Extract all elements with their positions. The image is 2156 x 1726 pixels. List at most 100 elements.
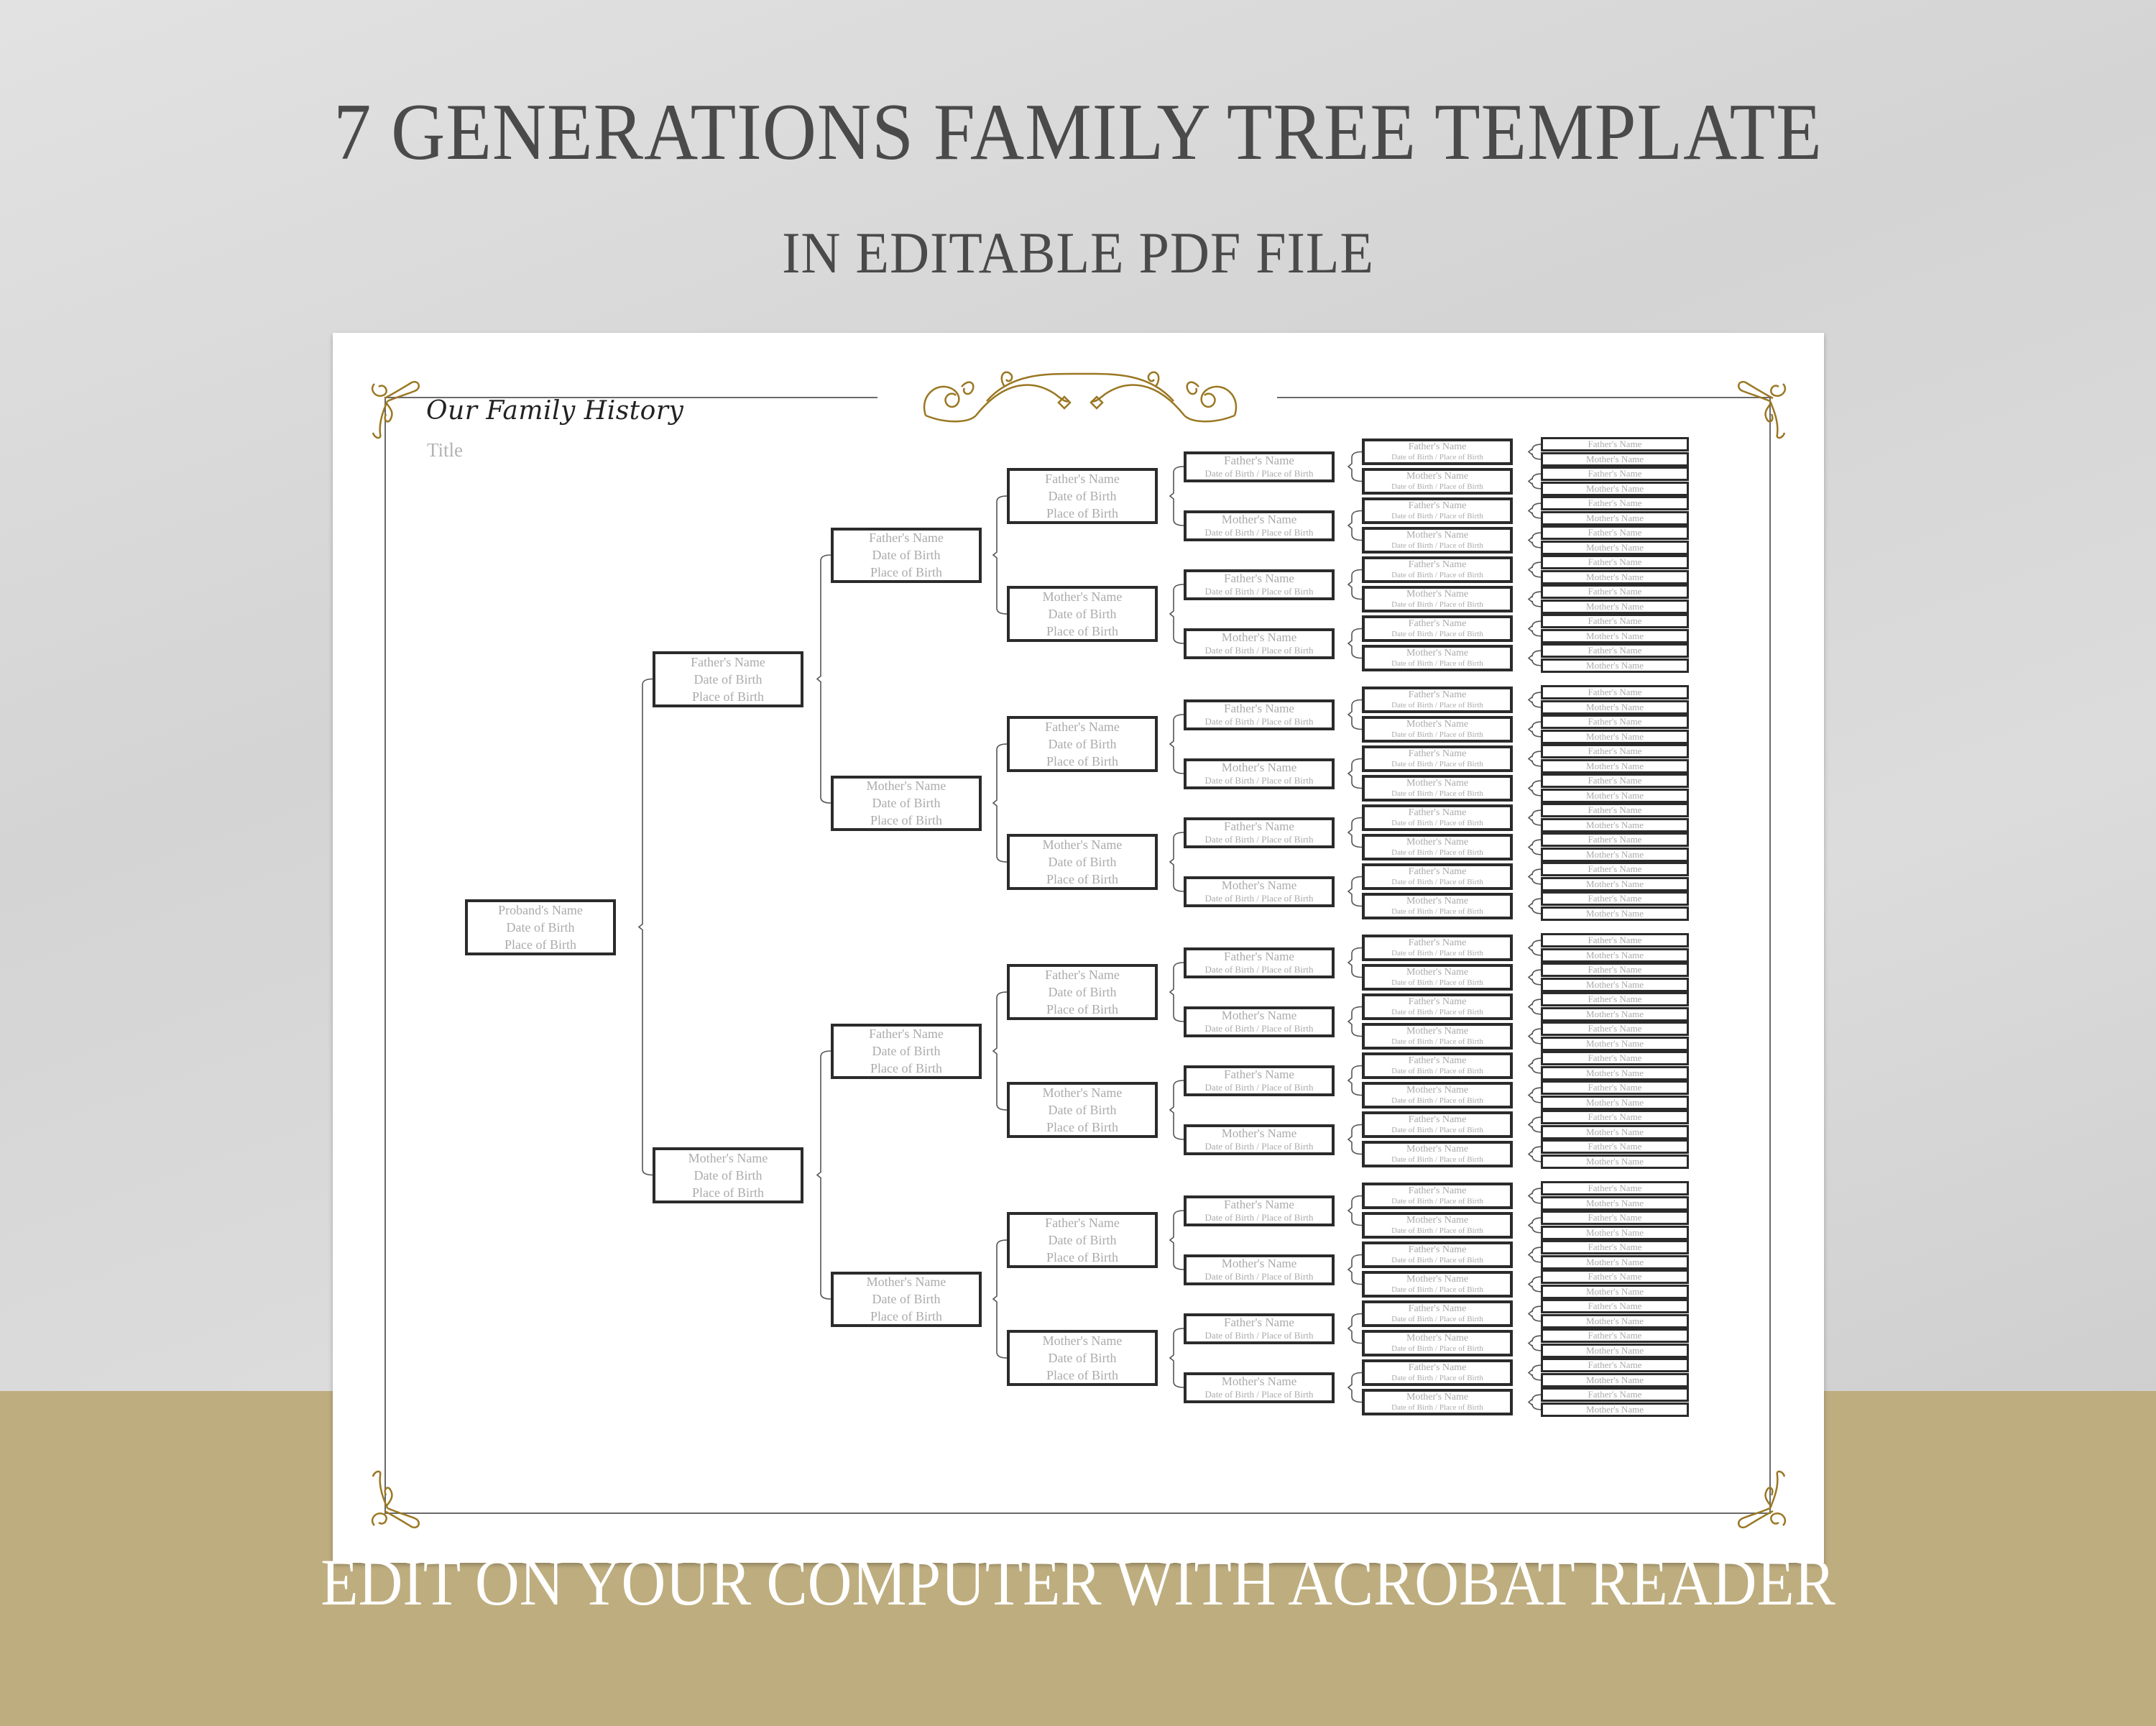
tree-box-gen5-father[interactable]: Father's Name Date of Birth / Place of Bi…	[1184, 569, 1335, 600]
tree-box-gen4-mother[interactable]: Mother's Name Date of Birth Place of Birth	[1007, 586, 1158, 642]
name-field[interactable]: Mother's Name	[1187, 631, 1332, 646]
date-place-of-birth-field[interactable]: Date of Birth / Place of Birth	[1365, 659, 1510, 669]
tree-box-gen7-father[interactable]: Father's Name	[1541, 963, 1689, 978]
date-place-of-birth-field[interactable]: Date of Birth / Place of Birth	[1187, 893, 1332, 904]
date-of-birth-field[interactable]: Date of Birth	[1010, 487, 1155, 505]
name-field[interactable]: Father's Name	[1543, 1024, 1687, 1034]
name-field[interactable]: Father's Name	[1365, 1303, 1510, 1315]
date-place-of-birth-field[interactable]: Date of Birth / Place of Birth	[1365, 789, 1510, 799]
tree-box-gen7-father[interactable]: Father's Name	[1541, 1022, 1689, 1037]
tree-box-gen4-mother[interactable]: Mother's Name Date of Birth Place of Birth	[1007, 834, 1158, 890]
tree-box-gen4-father[interactable]: Father's Name Date of Birth Place of Birth	[1007, 1212, 1158, 1268]
tree-box-gen7-father[interactable]: Father's Name	[1541, 525, 1689, 541]
name-field[interactable]: Mother's Name	[1365, 837, 1510, 848]
name-field[interactable]: Mother's Name	[1543, 1068, 1687, 1078]
date-place-of-birth-field[interactable]: Date of Birth / Place of Birth	[1187, 1271, 1332, 1282]
tree-box-gen7-father[interactable]: Father's Name	[1541, 774, 1689, 789]
tree-box-gen7-father[interactable]: Father's Name	[1541, 643, 1689, 658]
place-of-birth-field[interactable]: Place of Birth	[468, 936, 613, 952]
tree-box-gen7-father[interactable]: Father's Name	[1541, 862, 1689, 877]
name-field[interactable]: Mother's Name	[1543, 1198, 1687, 1208]
tree-box-gen7-mother[interactable]: Mother's Name	[1541, 1284, 1689, 1299]
date-place-of-birth-field[interactable]: Date of Birth / Place of Birth	[1187, 1212, 1332, 1224]
tree-box-gen6-mother[interactable]: Mother's Name Date of Birth / Place of Bi…	[1362, 1141, 1513, 1167]
tree-box-gen6-father[interactable]: Father's Name Date of Birth / Place of Bi…	[1362, 745, 1513, 772]
tree-box-gen5-father[interactable]: Father's Name Date of Birth / Place of Bi…	[1184, 1313, 1335, 1344]
name-field[interactable]: Father's Name	[1543, 746, 1687, 756]
date-place-of-birth-field[interactable]: Date of Birth / Place of Birth	[1365, 1037, 1510, 1047]
name-field[interactable]: Mother's Name	[1543, 820, 1687, 830]
tree-box-gen3-mother[interactable]: Mother's Name Date of Birth Place of Birth	[831, 1271, 982, 1327]
date-place-of-birth-field[interactable]: Date of Birth / Place of Birth	[1187, 527, 1332, 538]
tree-box-gen7-mother[interactable]: Mother's Name	[1541, 1343, 1689, 1358]
date-place-of-birth-field[interactable]: Date of Birth / Place of Birth	[1365, 1155, 1510, 1165]
name-field[interactable]: Mother's Name	[1543, 950, 1687, 960]
date-place-of-birth-field[interactable]: Date of Birth / Place of Birth	[1365, 541, 1510, 551]
place-of-birth-field[interactable]: Place of Birth	[1010, 623, 1155, 639]
place-of-birth-field[interactable]: Place of Birth	[1010, 1119, 1155, 1135]
tree-box-gen7-father[interactable]: Father's Name	[1541, 715, 1689, 730]
date-of-birth-field[interactable]: Date of Birth	[1010, 1231, 1155, 1249]
name-field[interactable]: Mother's Name	[1187, 879, 1332, 894]
tree-box-gen6-father[interactable]: Father's Name Date of Birth / Place of Bi…	[1362, 1052, 1513, 1079]
tree-box-gen6-father[interactable]: Father's Name Date of Birth / Place of Bi…	[1362, 804, 1513, 831]
date-of-birth-field[interactable]: Date of Birth	[834, 546, 979, 564]
name-field[interactable]: Mother's Name	[1365, 778, 1510, 789]
name-field[interactable]: Mother's Name	[1543, 1257, 1687, 1267]
tree-box-gen6-father[interactable]: Father's Name Date of Birth / Place of Bi…	[1362, 497, 1513, 524]
tree-box-gen7-father[interactable]: Father's Name	[1541, 584, 1689, 600]
date-of-birth-field[interactable]: Date of Birth	[834, 794, 979, 812]
tree-box-gen5-father[interactable]: Father's Name Date of Birth / Place of Bi…	[1184, 817, 1335, 848]
place-of-birth-field[interactable]: Place of Birth	[1010, 1001, 1155, 1017]
tree-box-gen6-father[interactable]: Father's Name Date of Birth / Place of Bi…	[1362, 615, 1513, 642]
place-of-birth-field[interactable]: Place of Birth	[1010, 753, 1155, 769]
date-place-of-birth-field[interactable]: Date of Birth / Place of Birth	[1187, 1141, 1332, 1152]
tree-box-gen6-mother[interactable]: Mother's Name Date of Birth / Place of Bi…	[1362, 1389, 1513, 1415]
place-of-birth-field[interactable]: Place of Birth	[834, 1060, 979, 1076]
name-field[interactable]: Father's Name	[1365, 441, 1510, 453]
tree-box-gen7-mother[interactable]: Mother's Name	[1541, 1313, 1689, 1328]
name-field[interactable]: Father's Name	[1543, 1360, 1687, 1370]
date-place-of-birth-field[interactable]: Date of Birth / Place of Birth	[1365, 1008, 1510, 1017]
tree-box-gen7-mother[interactable]: Mother's Name	[1541, 1036, 1689, 1051]
tree-box-gen6-father[interactable]: Father's Name Date of Birth / Place of Bi…	[1362, 1183, 1513, 1209]
name-field[interactable]: Mother's Name	[1543, 572, 1687, 582]
name-field[interactable]: Mother's Name	[1543, 1375, 1687, 1385]
name-field[interactable]: Mother's Name	[1543, 791, 1687, 801]
tree-box-gen7-mother[interactable]: Mother's Name	[1541, 788, 1689, 803]
name-field[interactable]: Mother's Name	[1187, 1257, 1332, 1272]
tree-box-gen7-father[interactable]: Father's Name	[1541, 891, 1689, 906]
name-field[interactable]: Mother's Name	[834, 779, 979, 795]
place-of-birth-field[interactable]: Place of Birth	[834, 564, 979, 580]
name-field[interactable]: Mother's Name	[1010, 1333, 1155, 1349]
date-place-of-birth-field[interactable]: Date of Birth / Place of Birth	[1187, 468, 1332, 479]
tree-box-gen7-mother[interactable]: Mother's Name	[1541, 451, 1689, 467]
name-field[interactable]: Father's Name	[1543, 646, 1687, 656]
name-field[interactable]: Father's Name	[1543, 528, 1687, 538]
tree-box-gen6-mother[interactable]: Mother's Name Date of Birth / Place of Bi…	[1362, 834, 1513, 860]
name-field[interactable]: Mother's Name	[1543, 879, 1687, 889]
name-field[interactable]: Mother's Name	[1365, 1392, 1510, 1403]
date-place-of-birth-field[interactable]: Date of Birth / Place of Birth	[1187, 716, 1332, 727]
name-field[interactable]: Father's Name	[1543, 1272, 1687, 1282]
name-field[interactable]: Father's Name	[834, 1027, 979, 1043]
tree-box-gen6-mother[interactable]: Mother's Name Date of Birth / Place of Bi…	[1362, 1082, 1513, 1108]
tree-box-gen5-mother[interactable]: Mother's Name Date of Birth / Place of Bi…	[1184, 1254, 1335, 1285]
date-place-of-birth-field[interactable]: Date of Birth / Place of Birth	[1365, 907, 1510, 917]
title-field[interactable]: Title	[427, 439, 463, 462]
name-field[interactable]: Mother's Name	[1365, 471, 1510, 482]
tree-box-gen6-mother[interactable]: Mother's Name Date of Birth / Place of Bi…	[1362, 1023, 1513, 1050]
tree-box-gen6-mother[interactable]: Mother's Name Date of Birth / Place of Bi…	[1362, 1212, 1513, 1239]
tree-box-gen7-father[interactable]: Father's Name	[1541, 614, 1689, 629]
name-field[interactable]: Father's Name	[1543, 835, 1687, 845]
tree-box-gen1-proband[interactable]: Proband's Name Date of Birth Place of Birt…	[465, 899, 616, 955]
name-field[interactable]: Father's Name	[1187, 1316, 1332, 1331]
name-field[interactable]: Father's Name	[1543, 1183, 1687, 1193]
name-field[interactable]: Father's Name	[1187, 950, 1332, 965]
tree-box-gen7-father[interactable]: Father's Name	[1541, 1181, 1689, 1196]
date-place-of-birth-field[interactable]: Date of Birth / Place of Birth	[1187, 775, 1332, 786]
tree-box-gen5-mother[interactable]: Mother's Name Date of Birth / Place of Bi…	[1184, 1372, 1335, 1403]
tree-box-gen7-father[interactable]: Father's Name	[1541, 496, 1689, 511]
name-field[interactable]: Mother's Name	[1187, 513, 1332, 528]
tree-box-gen7-mother[interactable]: Mother's Name	[1541, 977, 1689, 992]
